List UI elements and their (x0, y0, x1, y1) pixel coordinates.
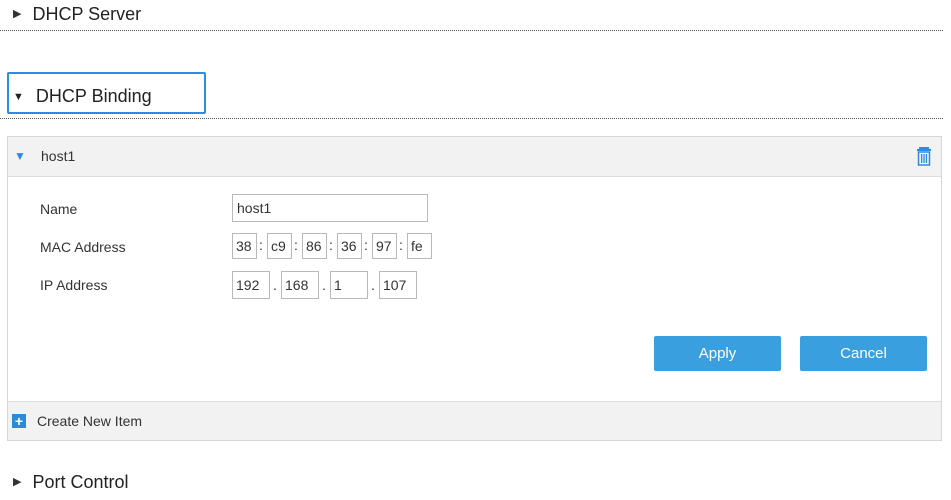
ip-octet-2[interactable] (281, 271, 319, 299)
create-new-item-label[interactable]: Create New Item (37, 413, 142, 429)
section-port-control-label: Port Control (32, 472, 129, 492)
section-dhcp-server-label: DHCP Server (32, 4, 142, 24)
create-new-item-row[interactable]: + Create New Item (8, 401, 941, 440)
ip-label: IP Address (40, 277, 108, 293)
mac-octet-5[interactable] (372, 233, 397, 259)
section-port-control-title[interactable]: ▶ Port Control (13, 472, 129, 493)
mac-octet-3[interactable] (302, 233, 327, 259)
binding-item-header[interactable]: ▼ host1 (8, 137, 941, 177)
name-label: Name (40, 201, 78, 217)
apply-button[interactable]: Apply (654, 336, 781, 371)
section-port-control[interactable]: ▶ Port Control (0, 470, 943, 500)
mac-octet-6[interactable] (407, 233, 432, 259)
section-dhcp-binding[interactable]: ▼ DHCP Binding (0, 72, 943, 119)
plus-icon[interactable]: + (12, 414, 26, 428)
ip-octet-1[interactable] (232, 271, 270, 299)
section-dhcp-binding-label: DHCP Binding (35, 86, 152, 106)
name-input[interactable] (232, 194, 428, 222)
triangle-right-icon: ▶ (13, 8, 22, 20)
mac-octet-2[interactable] (267, 233, 292, 259)
mac-separator: : (329, 237, 333, 253)
triangle-down-icon: ▼ (13, 90, 24, 103)
triangle-right-icon: ▶ (13, 476, 22, 488)
mac-separator: : (294, 237, 298, 253)
cancel-button[interactable]: Cancel (800, 336, 927, 371)
ip-octet-4[interactable] (379, 271, 417, 299)
section-dhcp-server-title[interactable]: ▶ DHCP Server (13, 4, 141, 25)
binding-panel: ▼ host1 Name MAC Address : : : : : IP Ad… (7, 136, 942, 441)
mac-separator: : (259, 237, 263, 253)
ip-octet-3[interactable] (330, 271, 368, 299)
ip-separator: . (322, 277, 326, 293)
mac-label: MAC Address (40, 239, 126, 255)
section-dhcp-server[interactable]: ▶ DHCP Server (0, 0, 943, 31)
ip-separator: . (371, 277, 375, 293)
item-expand-triangle-icon[interactable]: ▼ (14, 149, 26, 163)
mac-octet-4[interactable] (337, 233, 362, 259)
section-dhcp-binding-title[interactable]: ▼ DHCP Binding (13, 86, 152, 107)
mac-octet-1[interactable] (232, 233, 257, 259)
ip-separator: . (273, 277, 277, 293)
binding-item-name: host1 (41, 148, 76, 164)
mac-separator: : (364, 237, 368, 253)
mac-separator: : (399, 237, 403, 253)
trash-icon[interactable] (916, 146, 932, 166)
